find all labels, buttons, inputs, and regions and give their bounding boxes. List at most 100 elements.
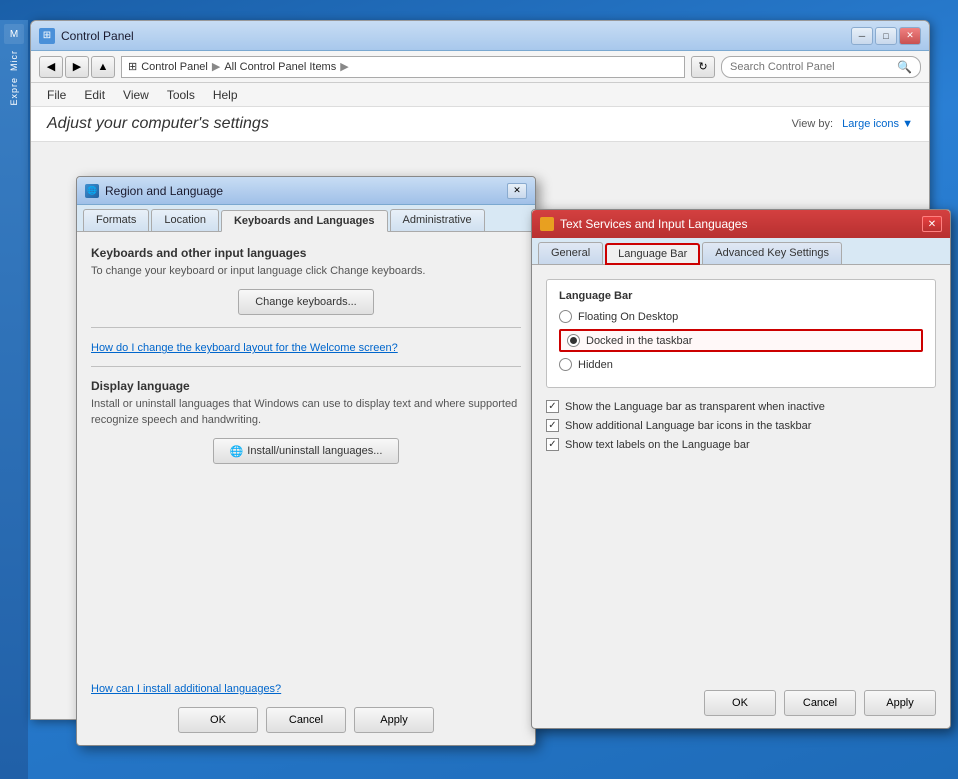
ts-apply-button[interactable]: Apply — [864, 690, 936, 716]
checkbox-additional-icons-label: Show additional Language bar icons in th… — [565, 420, 811, 432]
cp-titlebar-left: ⊞ Control Panel — [39, 28, 134, 44]
checkbox-additional-icons-box: ✓ — [546, 419, 559, 432]
checkbox-transparent-label: Show the Language bar as transparent whe… — [565, 401, 825, 413]
language-bar-group-title: Language Bar — [559, 290, 923, 302]
search-input[interactable] — [730, 61, 893, 73]
ts-tabs-container: General Language Bar Advanced Key Settin… — [532, 238, 950, 265]
tab-formats[interactable]: Formats — [83, 209, 149, 231]
change-keyboards-button[interactable]: Change keyboards... — [238, 289, 374, 315]
checkbox-text-labels-label: Show text labels on the Language bar — [565, 439, 750, 451]
region-tabs-container: Formats Location Keyboards and Languages… — [77, 205, 535, 232]
keyboards-section-label: Keyboards and other input languages — [91, 246, 521, 260]
cp-window-icon: ⊞ — [39, 28, 55, 44]
region-apply-button[interactable]: Apply — [354, 707, 434, 733]
tab-keyboards-and-languages[interactable]: Keyboards and Languages — [221, 210, 388, 232]
ts-title-left: Text Services and Input Languages — [540, 217, 747, 231]
path-separator-2: ▶ — [340, 60, 348, 73]
region-dialog-icon: 🌐 — [85, 184, 99, 198]
radio-circle-hidden — [559, 358, 572, 371]
refresh-button[interactable]: ↻ — [691, 56, 715, 78]
sidebar-text-2: Expre — [9, 77, 19, 106]
region-language-dialog: 🌐 Region and Language ✕ Formats Location… — [76, 176, 536, 746]
cp-menubar: File Edit View Tools Help — [31, 83, 929, 107]
display-language-label: Display language — [91, 379, 521, 393]
region-dialog-title: Region and Language — [105, 184, 223, 198]
display-language-text: Install or uninstall languages that Wind… — [91, 397, 521, 428]
region-cancel-button[interactable]: Cancel — [266, 707, 346, 733]
region-dialog-body: Keyboards and other input languages To c… — [77, 232, 535, 488]
menu-file[interactable]: File — [39, 86, 74, 104]
ts-dialog-body: Language Bar Floating On Desktop Docked … — [532, 265, 950, 471]
region-divider-1 — [91, 327, 521, 328]
checkbox-transparent[interactable]: ✓ Show the Language bar as transparent w… — [546, 400, 936, 413]
radio-floating-label: Floating On Desktop — [578, 311, 678, 323]
ts-titlebar: Text Services and Input Languages ✕ — [532, 210, 950, 238]
address-path[interactable]: ⊞ Control Panel ▶ All Control Panel Item… — [121, 56, 685, 78]
ts-close-button[interactable]: ✕ — [922, 216, 942, 232]
region-dialog-footer: OK Cancel Apply — [77, 707, 535, 733]
cp-close-button[interactable]: ✕ — [899, 27, 921, 45]
view-by-value[interactable]: Large icons — [842, 118, 899, 130]
radio-docked-label: Docked in the taskbar — [586, 335, 692, 347]
radio-hidden[interactable]: Hidden — [559, 358, 923, 371]
cp-header-text: Adjust your computer's settings — [47, 115, 269, 133]
search-box[interactable]: 🔍 — [721, 56, 921, 78]
cp-maximize-button[interactable]: □ — [875, 27, 897, 45]
radio-docked[interactable]: Docked in the taskbar — [559, 329, 923, 352]
left-sidebar: M Micr Expre — [0, 20, 28, 779]
tab-administrative[interactable]: Administrative — [390, 209, 485, 231]
path-separator-1: ▶ — [212, 60, 220, 73]
checkbox-text-labels[interactable]: ✓ Show text labels on the Language bar — [546, 438, 936, 451]
view-by-area: View by: Large icons ▼ — [792, 118, 913, 130]
ts-dialog-title: Text Services and Input Languages — [560, 217, 747, 231]
view-by-label: View by: — [792, 118, 833, 130]
cp-titlebar-buttons: ─ □ ✕ — [851, 27, 921, 45]
ts-ok-button[interactable]: OK — [704, 690, 776, 716]
up-button[interactable]: ▲ — [91, 56, 115, 78]
radio-hidden-label: Hidden — [578, 359, 613, 371]
region-divider-2 — [91, 366, 521, 367]
region-ok-button[interactable]: OK — [178, 707, 258, 733]
cp-address-bar: ◀ ▶ ▲ ⊞ Control Panel ▶ All Control Pane… — [31, 51, 929, 83]
install-additional-link[interactable]: How can I install additional languages? — [91, 683, 281, 695]
text-services-dialog: Text Services and Input Languages ✕ Gene… — [531, 209, 951, 729]
cp-title-text: Control Panel — [61, 29, 134, 43]
checkbox-text-labels-box: ✓ — [546, 438, 559, 451]
globe-icon: 🌐 — [230, 445, 244, 458]
ts-dialog-footer: OK Cancel Apply — [532, 690, 950, 716]
tab-location[interactable]: Location — [151, 209, 219, 231]
radio-floating[interactable]: Floating On Desktop — [559, 310, 923, 323]
dropdown-arrow-icon: ▼ — [902, 118, 913, 130]
welcome-screen-link[interactable]: How do I change the keyboard layout for … — [91, 342, 398, 354]
address-part1: Control Panel — [141, 61, 208, 73]
sidebar-text-1: Micr — [9, 50, 19, 71]
nav-buttons: ◀ ▶ ▲ — [39, 56, 115, 78]
ts-tab-language-bar[interactable]: Language Bar — [605, 243, 700, 265]
menu-tools[interactable]: Tools — [159, 86, 203, 104]
forward-button[interactable]: ▶ — [65, 56, 89, 78]
control-panel-window: ⊞ Control Panel ─ □ ✕ ◀ ▶ ▲ ⊞ Control Pa… — [30, 20, 930, 720]
language-bar-groupbox: Language Bar Floating On Desktop Docked … — [546, 279, 936, 388]
cp-minimize-button[interactable]: ─ — [851, 27, 873, 45]
keyboards-section-text: To change your keyboard or input languag… — [91, 264, 521, 279]
back-button[interactable]: ◀ — [39, 56, 63, 78]
ts-tab-advanced-key[interactable]: Advanced Key Settings — [702, 242, 842, 264]
ts-cancel-button[interactable]: Cancel — [784, 690, 856, 716]
cp-content-area: Adjust your computer's settings View by:… — [31, 107, 929, 142]
cp-titlebar: ⊞ Control Panel ─ □ ✕ — [31, 21, 929, 51]
menu-view[interactable]: View — [115, 86, 157, 104]
region-dialog-titlebar: 🌐 Region and Language ✕ — [77, 177, 535, 205]
checkbox-transparent-box: ✓ — [546, 400, 559, 413]
radio-circle-docked — [567, 334, 580, 347]
cp-icon-addr: ⊞ — [128, 60, 137, 73]
ts-tab-general[interactable]: General — [538, 242, 603, 264]
menu-edit[interactable]: Edit — [76, 86, 113, 104]
radio-circle-floating — [559, 310, 572, 323]
menu-help[interactable]: Help — [205, 86, 246, 104]
region-dialog-title-left: 🌐 Region and Language — [85, 184, 223, 198]
sidebar-icon: M — [4, 24, 24, 44]
address-part2: All Control Panel Items — [224, 61, 336, 73]
install-languages-button[interactable]: 🌐 Install/uninstall languages... — [213, 438, 400, 464]
checkbox-additional-icons[interactable]: ✓ Show additional Language bar icons in … — [546, 419, 936, 432]
region-dialog-close-button[interactable]: ✕ — [507, 183, 527, 199]
